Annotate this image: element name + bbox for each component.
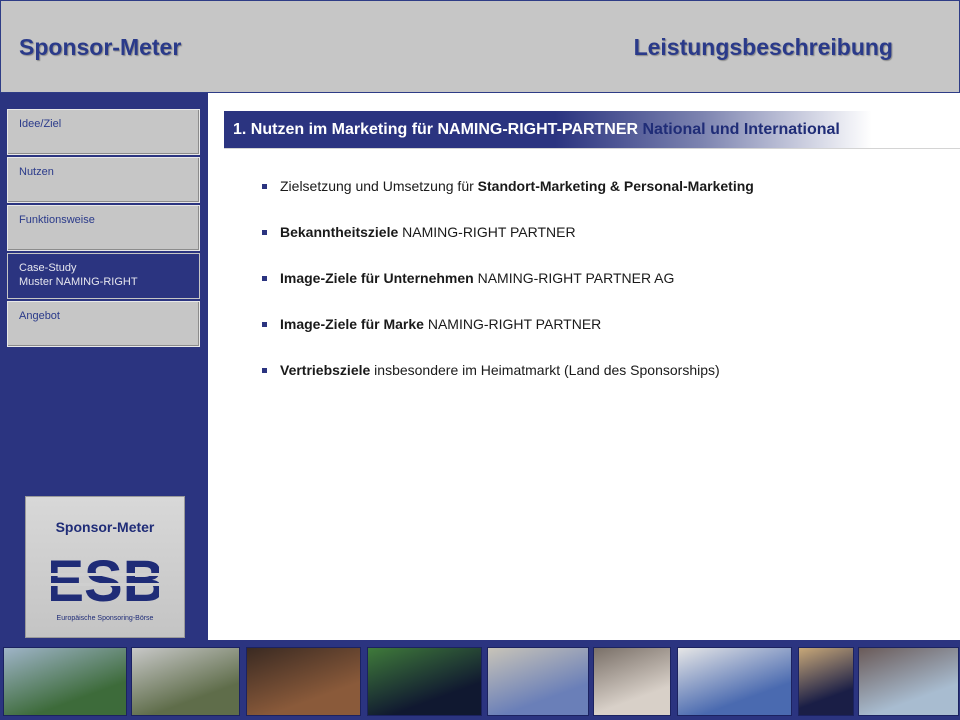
bullet-square-icon — [262, 322, 267, 327]
header-bar: Sponsor-Meter Leistungsbeschreibung — [0, 0, 960, 93]
section-heading-bar: 1. Nutzen im Marketing für NAMING-RIGHT-… — [224, 111, 960, 149]
bullet-square-icon — [262, 230, 267, 235]
sidebar-item-label: Case-Study Muster NAMING-RIGHT — [19, 262, 138, 288]
app-title: Sponsor-Meter — [19, 34, 182, 60]
document-title: Leistungsbeschreibung — [633, 34, 893, 60]
face-photo — [593, 647, 671, 716]
photo-strip — [0, 640, 960, 720]
sidebar-item-idee-ziel[interactable]: Idee/Ziel — [7, 109, 200, 155]
night-stadium-photo — [367, 647, 482, 716]
bullet-square-icon — [262, 184, 267, 189]
section-heading: 1. Nutzen im Marketing für NAMING-RIGHT-… — [233, 121, 840, 138]
bullet-square-icon — [262, 368, 267, 373]
logo-title: Sponsor-Meter — [55, 519, 155, 535]
banner-photo — [677, 647, 792, 716]
sidebar-item-label: Nutzen — [19, 166, 54, 178]
sidebar-item-funktionsweise[interactable]: Funktionsweise — [7, 205, 200, 251]
sidebar-item-angebot[interactable]: Angebot — [7, 301, 200, 347]
crowd-photo — [246, 647, 361, 716]
bullet-square-icon — [262, 276, 267, 281]
sponsor-meter-logo: Sponsor-Meter ESB Europäische Sponsoring… — [25, 496, 185, 638]
sidebar-item-label: Angebot — [19, 310, 60, 322]
sidebar-item-label: Idee/Ziel — [19, 118, 62, 130]
building-photo — [487, 647, 589, 716]
festival-photo — [858, 647, 959, 716]
stadium-photo — [3, 647, 127, 716]
sidebar-item-nutzen[interactable]: Nutzen — [7, 157, 200, 203]
svg-text:ESB: ESB — [51, 549, 159, 611]
sidebar-item-case-study[interactable]: Case-Study Muster NAMING-RIGHT — [7, 253, 200, 299]
logo-subtitle: Europäische Sponsoring-Börse — [56, 615, 154, 622]
racing-car-photo — [131, 647, 240, 716]
sidebar-item-label: Funktionsweise — [19, 214, 95, 226]
ferris-wheel-photo — [798, 647, 854, 716]
esb-logo-mark: ESB — [51, 549, 159, 611]
